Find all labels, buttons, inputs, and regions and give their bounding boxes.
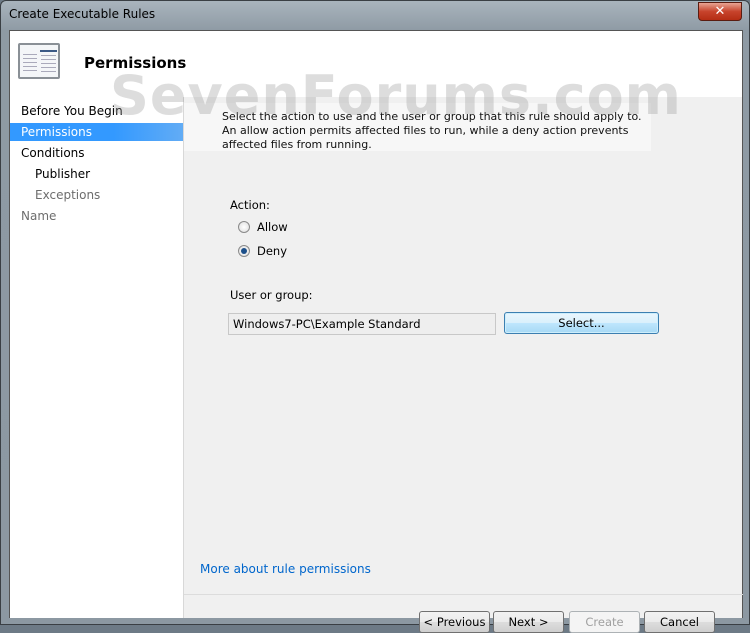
next-button[interactable]: Next > (493, 611, 564, 633)
allow-radio[interactable] (238, 221, 250, 233)
sidebar-item-exceptions: Exceptions (35, 188, 101, 202)
sidebar: Before You Begin Permissions Conditions … (10, 97, 183, 618)
rule-permissions-link[interactable]: More about rule permissions (200, 562, 371, 576)
create-button: Create (569, 611, 640, 633)
cancel-button[interactable]: Cancel (644, 611, 715, 633)
page-title: Permissions (84, 54, 187, 72)
window-title: Create Executable Rules (9, 7, 156, 21)
footer-separator (184, 594, 743, 595)
sidebar-item-publisher[interactable]: Publisher (10, 165, 183, 183)
sidebar-item-before-you-begin[interactable]: Before You Begin (10, 102, 183, 120)
sidebar-item-permissions[interactable]: Permissions (10, 123, 183, 141)
sidebar-item-conditions[interactable]: Conditions (10, 144, 183, 162)
user-group-field[interactable]: Windows7-PC\Example Standard (228, 313, 496, 335)
window-frame: Create Executable Rules ✕ Permissions Se… (0, 0, 750, 633)
sidebar-item-name: Name (21, 209, 57, 223)
deny-label[interactable]: Deny (257, 244, 287, 258)
close-button[interactable]: ✕ (698, 2, 742, 21)
previous-button[interactable]: < Previous (419, 611, 490, 633)
user-group-label: User or group: (230, 288, 313, 302)
select-button[interactable]: Select... (504, 312, 659, 334)
rules-window-icon (18, 43, 60, 79)
description-text: Select the action to use and the user or… (184, 103, 651, 151)
action-label: Action: (230, 198, 270, 212)
header: Permissions (10, 31, 742, 97)
allow-label[interactable]: Allow (257, 220, 288, 234)
deny-radio[interactable] (238, 245, 250, 257)
main-panel: Select the action to use and the user or… (183, 97, 743, 633)
dialog-client: Permissions SevenForums.com Before You B… (9, 30, 743, 633)
